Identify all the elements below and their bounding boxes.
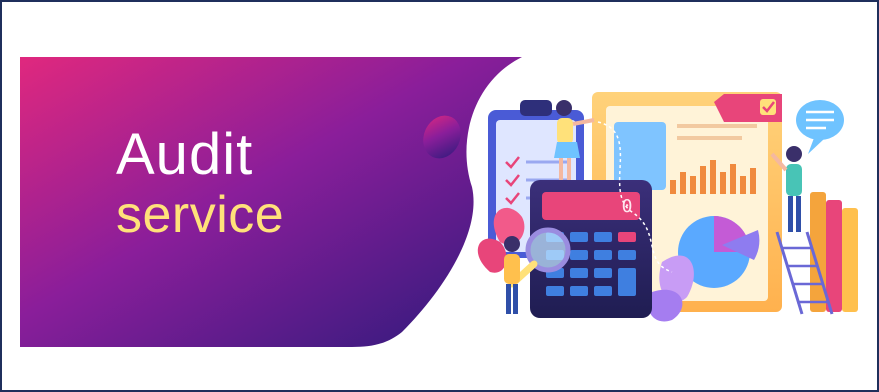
title-line-service: service bbox=[116, 186, 285, 244]
calculator-display: 0 bbox=[621, 196, 633, 217]
banner-frame: 0 Audit service bbox=[0, 0, 879, 392]
folders-icon bbox=[810, 192, 858, 312]
title-line-audit: Audit bbox=[116, 122, 254, 187]
speech-bubble-icon bbox=[796, 100, 844, 154]
checkbox-tag-icon bbox=[714, 94, 782, 122]
person-with-magnifier bbox=[504, 236, 520, 314]
banner-title: Audit service bbox=[116, 122, 285, 245]
